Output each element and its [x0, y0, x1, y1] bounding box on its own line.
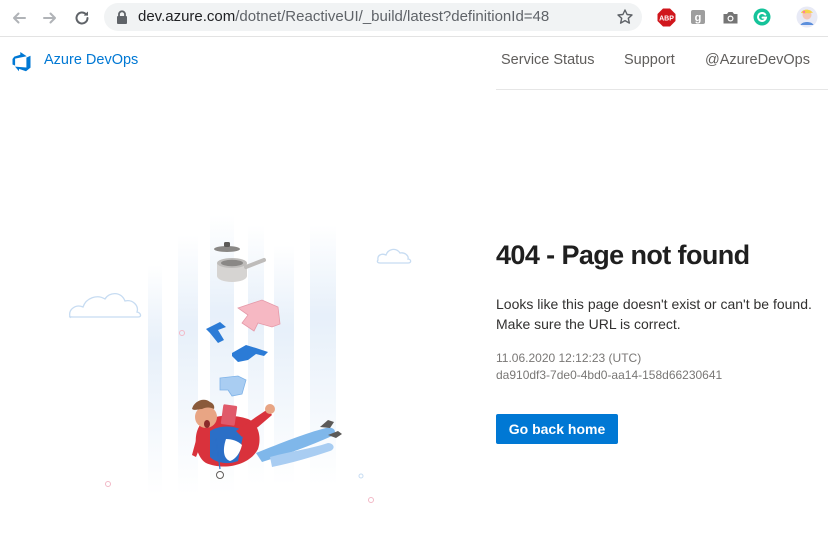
error-description-line-1: Looks like this page doesn't exist or ca…	[496, 296, 812, 312]
grammarly-icon	[753, 8, 771, 26]
adblock-label: ABP	[659, 15, 674, 22]
camera-extension[interactable]	[720, 7, 740, 27]
g-extension[interactable]: g	[688, 7, 708, 27]
bookmark-star-icon[interactable]	[616, 8, 634, 26]
activity-id: da910df3-7de0-4bd0-aa14-158d66230641	[496, 368, 723, 382]
camera-icon	[723, 11, 737, 23]
url-path: /dotnet/ReactiveUI/_build/latest?definit…	[235, 8, 550, 25]
site-header: Azure DevOps Service Status Support @Azu…	[0, 37, 828, 89]
grammarly-extension[interactable]	[752, 7, 772, 27]
g-square-icon: g	[691, 10, 705, 24]
support-link[interactable]: Support	[624, 52, 675, 68]
profile-avatar-icon	[796, 6, 818, 28]
service-status-link[interactable]: Service Status	[501, 52, 595, 68]
url-host: dev.azure.com	[138, 8, 236, 25]
back-button[interactable]	[8, 7, 30, 29]
cloud-left-icon	[68, 292, 142, 319]
profile-avatar[interactable]	[796, 6, 818, 28]
back-arrow-icon	[13, 12, 26, 24]
cloud-right-icon	[376, 248, 412, 264]
error-timestamp: 11.06.2020 12:12:23 (UTC)	[496, 351, 642, 365]
adblock-plus-extension[interactable]: ABP	[656, 7, 676, 27]
error-description-line-2: Make sure the URL is correct.	[496, 316, 681, 332]
forward-arrow-icon	[43, 12, 56, 24]
header-divider	[496, 89, 828, 90]
twitter-handle-link[interactable]: @AzureDevOps	[705, 52, 810, 68]
reload-icon	[75, 11, 89, 25]
address-bar[interactable]: dev.azure.com/dotnet/ReactiveUI/_build/l…	[104, 3, 642, 31]
browser-toolbar: dev.azure.com/dotnet/ReactiveUI/_build/l…	[0, 0, 828, 37]
adblock-stop-sign-icon: ABP	[657, 8, 675, 26]
reload-button[interactable]	[71, 7, 93, 29]
falling-person-illustration	[68, 215, 412, 503]
azure-devops-logo-icon[interactable]	[10, 52, 32, 72]
brand-name[interactable]: Azure DevOps	[44, 52, 138, 68]
url-text: dev.azure.com/dotnet/ReactiveUI/_build/l…	[138, 8, 549, 25]
g-extension-label: g	[695, 12, 702, 24]
lock-icon	[117, 10, 127, 24]
forward-button[interactable]	[39, 7, 61, 29]
page-title: 404 - Page not found	[496, 240, 750, 270]
go-back-home-button[interactable]: Go back home	[496, 414, 618, 444]
